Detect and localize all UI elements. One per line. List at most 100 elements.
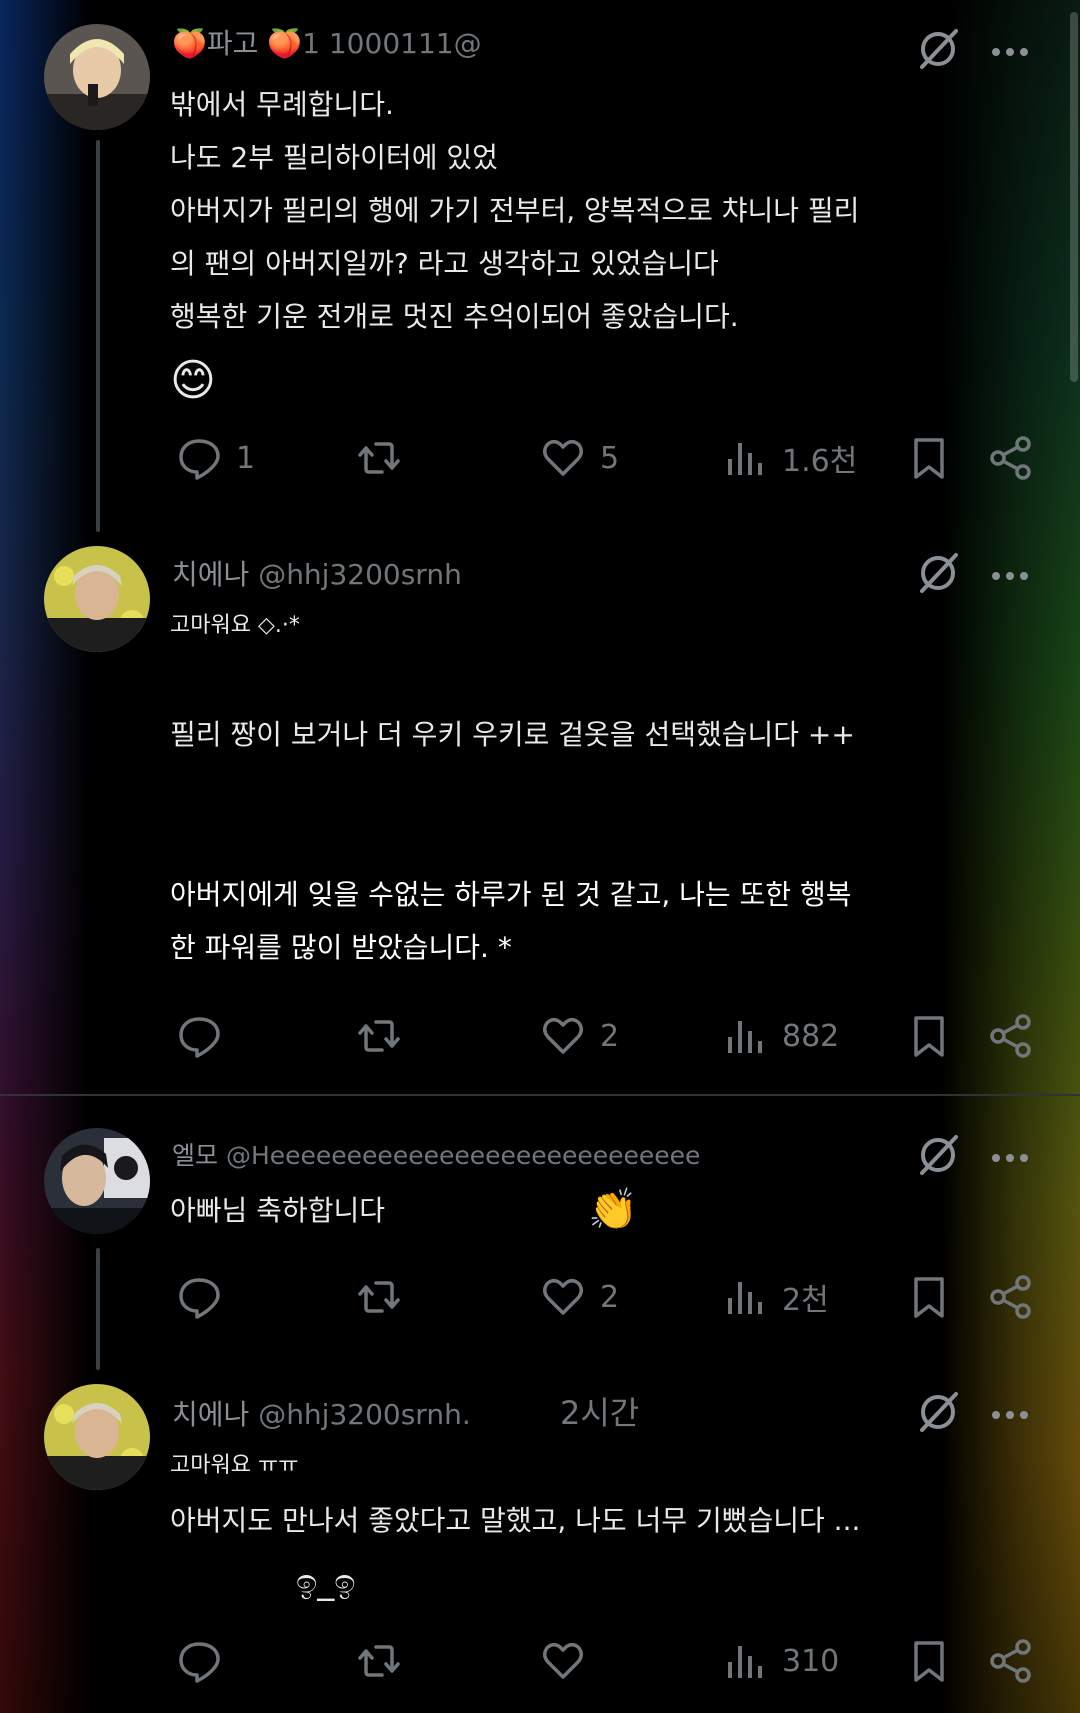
post-small-text: 고마워요 ◇.·* — [170, 613, 300, 638]
share-button[interactable] — [988, 428, 1034, 488]
post-header: 치에나 @hhj3200srnh — [172, 553, 462, 593]
share-button[interactable] — [988, 1006, 1034, 1066]
avatar[interactable] — [44, 1384, 150, 1490]
like-button[interactable] — [540, 1631, 586, 1691]
post-line: 행복한 기운 전개로 멋진 추억이되어 좋았습니다. — [170, 300, 739, 333]
bookmark-icon — [914, 438, 944, 479]
reply-icon — [179, 1017, 220, 1058]
user-handle[interactable]: 1 1000111@ — [302, 27, 481, 60]
views-button[interactable]: 2천 — [722, 1267, 829, 1327]
action-bar: 2 882 — [0, 1006, 1080, 1066]
post-line: 밖에서 무례합니다. — [170, 88, 394, 121]
display-name[interactable]: 치에나 — [172, 1398, 249, 1431]
post-small-text: 고마워요 ㅠㅠ — [170, 1453, 299, 1478]
heart-icon — [543, 1018, 583, 1054]
bookmark-button[interactable] — [906, 428, 952, 488]
share-icon — [990, 1639, 1031, 1683]
reply-button[interactable] — [176, 1267, 222, 1327]
post-line: ඉ_ඉ — [296, 1562, 356, 1602]
heart-icon — [543, 440, 583, 476]
reply-button[interactable]: 1 — [176, 428, 255, 488]
post-line: 나도 2부 필리하이터에 있었 — [170, 141, 498, 174]
reply-icon — [179, 1278, 220, 1319]
display-name[interactable]: 🍑파고 🍑 — [172, 27, 302, 60]
heart-icon — [543, 1643, 583, 1679]
grok-icon[interactable] — [914, 1131, 962, 1179]
reply-icon — [179, 1642, 220, 1683]
share-button[interactable] — [988, 1631, 1034, 1691]
more-options-icon[interactable] — [990, 567, 1030, 580]
post-header: 치에나 @hhj3200srnh. — [172, 1393, 471, 1433]
heart-icon — [543, 1279, 583, 1315]
emoji-smile: 😊 — [170, 355, 216, 406]
bookmark-button[interactable] — [906, 1006, 952, 1066]
action-bar: 1 5 1.6천 — [0, 428, 1080, 488]
avatar[interactable] — [44, 546, 150, 652]
scrollbar[interactable] — [1070, 12, 1078, 382]
emoji-clap: 👏 — [588, 1187, 638, 1233]
reply-button[interactable] — [176, 1006, 222, 1066]
reply-icon — [179, 439, 220, 480]
action-bar: 310 — [0, 1631, 1080, 1691]
bookmark-icon — [914, 1277, 944, 1318]
post-line: 의 팬의 아버지일까? 라고 생각하고 있었습니다 — [170, 247, 719, 280]
views-button[interactable]: 310 — [722, 1631, 839, 1691]
views-icon — [728, 1021, 762, 1053]
share-icon — [990, 1275, 1031, 1319]
repost-button[interactable] — [356, 1267, 402, 1327]
like-button[interactable]: 5 — [540, 428, 619, 488]
bookmark-button[interactable] — [906, 1631, 952, 1691]
views-button[interactable]: 1.6천 — [722, 428, 857, 488]
share-icon — [990, 436, 1031, 480]
repost-icon — [358, 1020, 400, 1052]
repost-icon — [358, 442, 400, 474]
more-options-icon[interactable] — [990, 1149, 1030, 1162]
post-line: 아빠님 축하합니다 — [170, 1194, 385, 1227]
repost-button[interactable] — [356, 1006, 402, 1066]
share-button[interactable] — [988, 1267, 1034, 1327]
grok-icon[interactable] — [914, 1388, 962, 1436]
like-button[interactable]: 2 — [540, 1267, 619, 1327]
view-count: 2천 — [782, 1283, 829, 1318]
thread-divider — [0, 1094, 1080, 1096]
display-name[interactable]: 엘모 — [172, 1141, 218, 1170]
bookmark-button[interactable] — [906, 1267, 952, 1327]
views-icon — [728, 443, 762, 475]
post-line: 아버지에게 잊을 수없는 하루가 된 것 같고, 나는 또한 행복 — [170, 878, 852, 911]
action-bar: 2 2천 — [0, 1267, 1080, 1327]
views-icon — [728, 1646, 762, 1678]
bookmark-icon — [914, 1641, 944, 1682]
like-count: 2 — [600, 1279, 620, 1315]
grok-icon[interactable] — [914, 25, 962, 73]
more-options-icon[interactable] — [990, 1406, 1030, 1419]
reply-button[interactable] — [176, 1631, 222, 1691]
repost-icon — [358, 1645, 400, 1677]
grok-icon[interactable] — [914, 549, 962, 597]
bookmark-icon — [914, 1016, 944, 1057]
avatar[interactable] — [44, 24, 150, 130]
post-header: 엘모 @Heeeeeeeeeeeeeeeeeeeeeeeeeeee — [172, 1136, 700, 1172]
post-line: 한 파워를 많이 받았습니다. * — [170, 931, 512, 964]
post-text: 밖에서 무례합니다. 나도 2부 필리하이터에 있었 아버지가 필리의 행에 가… — [170, 78, 859, 419]
post-line: 필리 짱이 보거나 더 우키 우키로 겉옷을 선택했습니다 ++ — [170, 718, 855, 751]
view-count: 1.6천 — [782, 444, 858, 479]
view-count: 882 — [782, 1018, 840, 1054]
display-name[interactable]: 치에나 — [172, 558, 249, 591]
post-time[interactable]: 2시간 — [560, 1388, 639, 1434]
post-header: 🍑파고 🍑1 1000111@ — [172, 22, 482, 62]
reply-count: 1 — [236, 440, 256, 476]
post-line: 아버지가 필리의 행에 가기 전부터, 양복적으로 챠니나 필리 — [170, 194, 860, 227]
user-handle[interactable]: @hhj3200srnh — [258, 558, 462, 591]
like-button[interactable]: 2 — [540, 1006, 619, 1066]
more-options-icon[interactable] — [990, 43, 1030, 56]
user-handle[interactable]: @hhj3200srnh. — [258, 1398, 471, 1431]
repost-button[interactable] — [356, 1631, 402, 1691]
share-icon — [990, 1014, 1031, 1058]
repost-button[interactable] — [356, 428, 402, 488]
like-count: 5 — [600, 440, 620, 476]
views-button[interactable]: 882 — [722, 1006, 839, 1066]
user-handle[interactable]: @Heeeeeeeeeeeeeeeeeeeeeeeeeeee — [226, 1141, 700, 1170]
avatar[interactable] — [44, 1128, 150, 1234]
like-count: 2 — [600, 1018, 620, 1054]
right-edge-glow — [940, 0, 1080, 1713]
